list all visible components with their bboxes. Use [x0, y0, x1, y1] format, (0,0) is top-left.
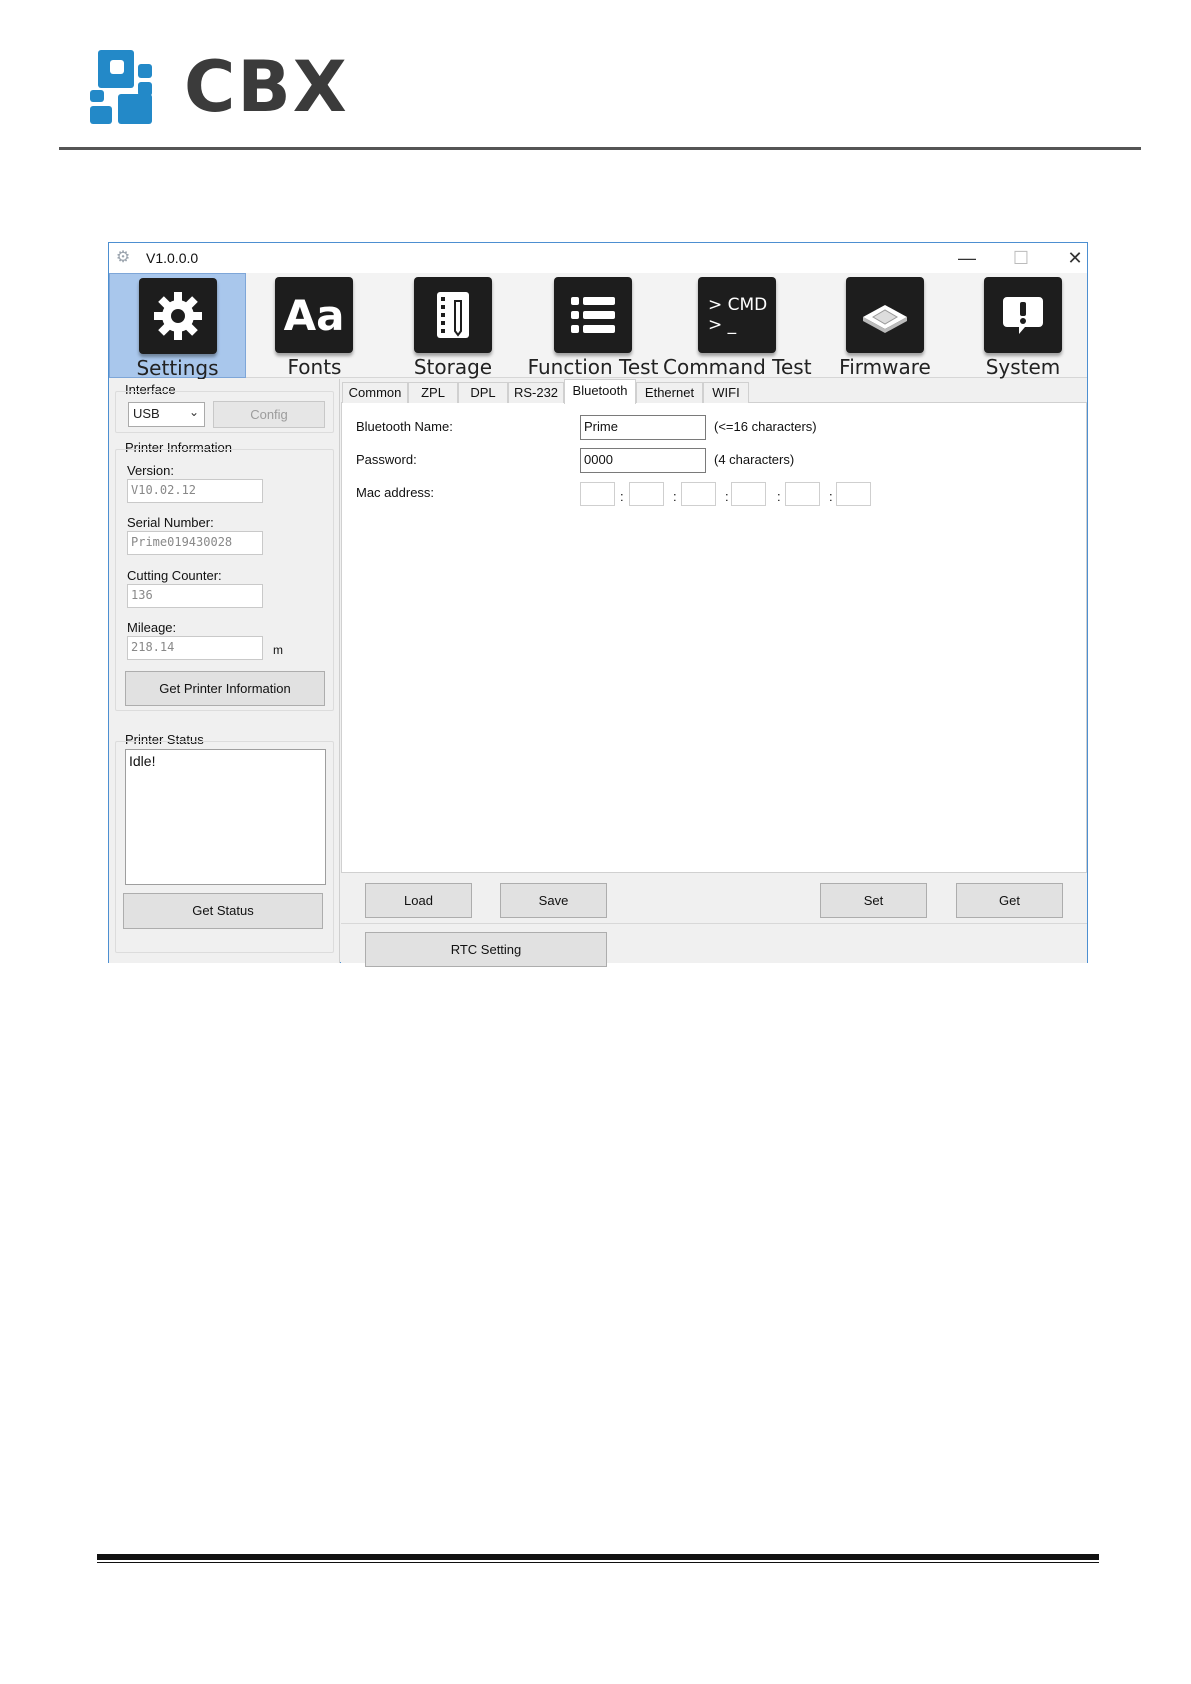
document-page: CBX ⚙ V1.0.0.0 — ☐ ✕ Settings Aa Fonts S… — [0, 0, 1191, 1684]
password-hint: (4 characters) — [714, 452, 795, 467]
printer-status-box: Idle! — [125, 749, 326, 885]
action-bar: Load Save Set Get RTC Setting — [341, 873, 1087, 967]
app-window: ⚙ V1.0.0.0 — ☐ ✕ Settings Aa Fonts Stora… — [108, 242, 1088, 967]
version-field: V10.02.12 — [127, 479, 263, 503]
serial-number-field: Prime019430028 — [127, 531, 263, 555]
bluetooth-name-label: Bluetooth Name: — [356, 419, 453, 434]
mac-octet-2[interactable] — [629, 482, 664, 506]
toolbar-item-label: Function Test — [527, 355, 659, 379]
gear-icon — [139, 278, 217, 354]
cmd-icon-line1: > CMD — [708, 295, 768, 315]
toolbar-fonts-button[interactable]: Aa Fonts — [246, 273, 383, 379]
toolbar-settings-button[interactable]: Settings — [109, 273, 246, 380]
app-gear-icon: ⚙ — [115, 249, 131, 266]
set-button[interactable]: Set — [820, 883, 927, 918]
mac-octet-4[interactable] — [731, 482, 766, 506]
chevron-down-icon: ⌄ — [188, 405, 199, 419]
cbx-logo-mark-icon — [90, 50, 162, 124]
tab-zpl[interactable]: ZPL — [408, 382, 458, 403]
password-input[interactable]: 0000 — [580, 448, 706, 473]
brand-logo: CBX — [90, 50, 349, 124]
toolbar-command-test-button[interactable]: > CMD > _ Command Test — [663, 273, 812, 379]
left-panel: Interface USB ⌄ Config Printer Informati… — [109, 379, 340, 963]
tab-bluetooth[interactable]: Bluetooth — [564, 379, 636, 404]
settings-tabs: Common ZPL DPL RS-232 Bluetooth Ethernet… — [341, 379, 1087, 404]
tab-common[interactable]: Common — [342, 382, 408, 403]
interface-select[interactable]: USB ⌄ — [128, 402, 205, 427]
bluetooth-name-input[interactable]: Prime — [580, 415, 706, 440]
tab-ethernet[interactable]: Ethernet — [636, 382, 703, 403]
password-label: Password: — [356, 452, 417, 467]
toolbar-function-test-button[interactable]: Function Test — [523, 273, 663, 379]
toolbar-item-label: Command Test — [663, 355, 812, 379]
version-label: Version: — [127, 463, 174, 478]
tab-wifi[interactable]: WIFI — [703, 382, 749, 403]
mileage-field: 218.14 — [127, 636, 263, 660]
tab-rs-232[interactable]: RS-232 — [508, 382, 564, 403]
bluetooth-name-hint: (<=16 characters) — [714, 419, 817, 434]
interface-select-value: USB — [133, 406, 160, 421]
cutting-counter-label: Cutting Counter: — [127, 568, 222, 583]
window-title: V1.0.0.0 — [146, 250, 199, 266]
load-button[interactable]: Load — [365, 883, 472, 918]
cmd-icon: > CMD > _ — [698, 277, 776, 353]
bluetooth-settings-content: Bluetooth Name: Prime (<=16 characters) … — [341, 403, 1087, 873]
get-button[interactable]: Get — [956, 883, 1063, 918]
toolbar-item-label: Firmware — [839, 355, 931, 379]
cutting-counter-field: 136 — [127, 584, 263, 608]
mac-separator: : — [620, 489, 624, 504]
mileage-label: Mileage: — [127, 620, 177, 635]
get-status-button[interactable]: Get Status — [123, 893, 323, 929]
save-button[interactable]: Save — [500, 883, 607, 918]
toolbar-firmware-button[interactable]: Firmware — [811, 273, 959, 379]
serial-number-label: Serial Number: — [127, 515, 214, 530]
list-icon — [554, 277, 632, 353]
toolbar-item-label: System — [985, 355, 1061, 379]
action-bar-divider — [341, 923, 1087, 924]
alert-icon — [984, 277, 1062, 353]
minimize-button[interactable]: — — [952, 246, 982, 270]
mac-octet-6[interactable] — [836, 482, 871, 506]
mac-address-label: Mac address: — [356, 485, 435, 500]
mac-octet-1[interactable] — [580, 482, 615, 506]
mac-separator: : — [673, 489, 677, 504]
maximize-button[interactable]: ☐ — [1006, 246, 1036, 270]
toolbar-item-label: Storage — [413, 355, 493, 379]
storage-icon — [414, 277, 492, 353]
mileage-unit: m — [273, 643, 283, 657]
tab-dpl[interactable]: DPL — [458, 382, 508, 403]
toolbar-system-button[interactable]: System — [959, 273, 1087, 379]
mac-separator: : — [829, 489, 833, 504]
toolbar-item-label: Settings — [136, 356, 219, 380]
footer-divider-thin — [97, 1562, 1099, 1563]
config-button[interactable]: Config — [213, 401, 325, 428]
rtc-setting-button[interactable]: RTC Setting — [365, 932, 607, 967]
cmd-icon-line2: > _ — [708, 315, 737, 335]
brand-name: CBX — [184, 46, 349, 128]
mac-separator: : — [725, 489, 729, 504]
title-bar: ⚙ V1.0.0.0 — ☐ ✕ — [109, 243, 1087, 273]
toolbar-storage-button[interactable]: Storage — [383, 273, 523, 379]
get-printer-information-button[interactable]: Get Printer Information — [125, 671, 325, 706]
footer-divider — [97, 1554, 1099, 1560]
mac-separator: : — [777, 489, 781, 504]
mac-octet-3[interactable] — [681, 482, 716, 506]
main-toolbar: Settings Aa Fonts Storage Function Test … — [109, 273, 1087, 380]
fonts-icon: Aa — [275, 277, 353, 353]
mac-octet-5[interactable] — [785, 482, 820, 506]
header-divider — [59, 147, 1141, 150]
toolbar-item-label: Fonts — [287, 355, 342, 379]
right-panel: Common ZPL DPL RS-232 Bluetooth Ethernet… — [341, 379, 1087, 967]
close-button[interactable]: ✕ — [1060, 246, 1090, 270]
chip-icon — [846, 277, 924, 353]
